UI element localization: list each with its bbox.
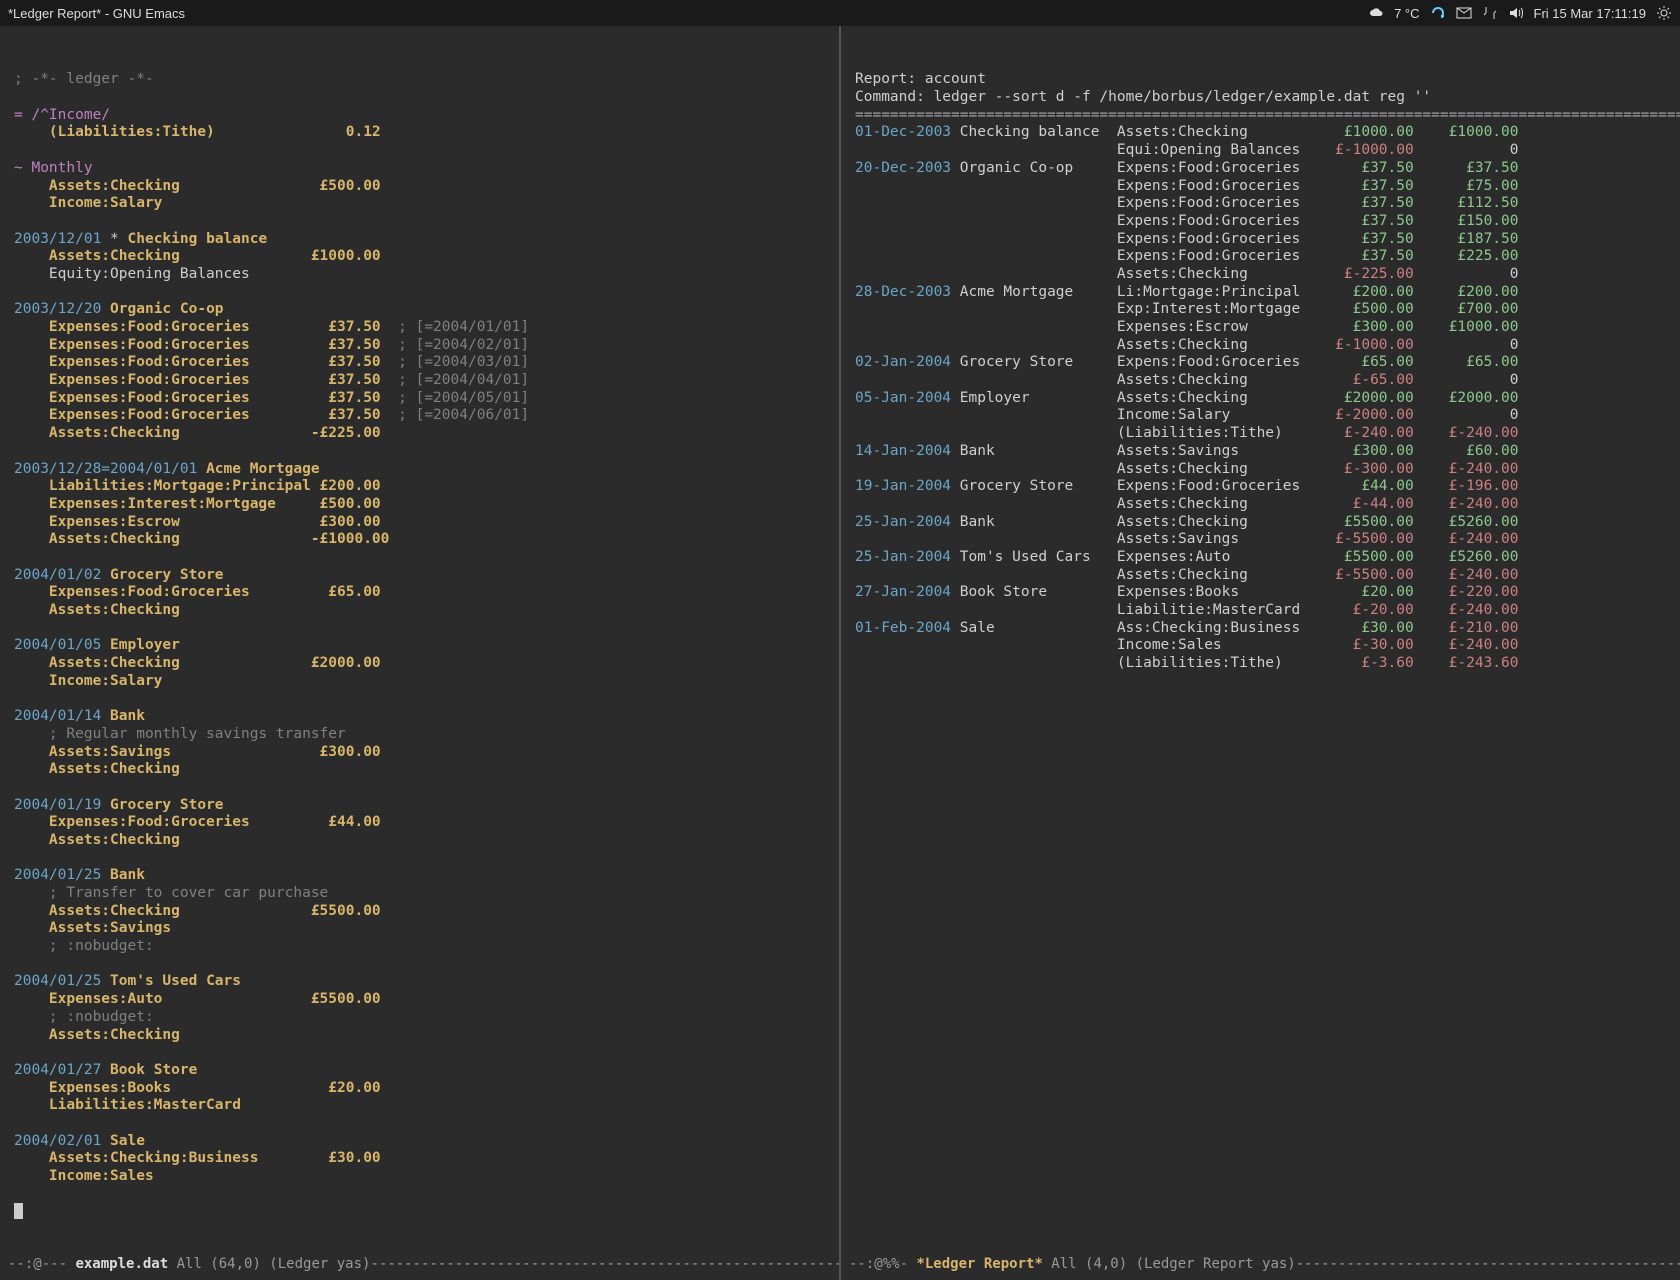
modeline-right-pre: --:@%%- bbox=[849, 1256, 916, 1272]
modeline-left-post: All (64,0) (Ledger yas) bbox=[168, 1256, 370, 1272]
modeline-right-buffer: *Ledger Report* bbox=[916, 1256, 1042, 1272]
window-title: *Ledger Report* - GNU Emacs bbox=[8, 6, 1368, 21]
ledger-source-text[interactable]: ; -*- ledger -*- = /^Income/ (Liabilitie… bbox=[14, 71, 825, 1221]
right-buffer[interactable]: Report: account Command: ledger --sort d… bbox=[841, 26, 1680, 1280]
weather-text: 7 °C bbox=[1394, 6, 1419, 21]
settings-icon[interactable] bbox=[1656, 5, 1672, 21]
mail-icon[interactable] bbox=[1456, 5, 1472, 21]
refresh-icon[interactable] bbox=[1430, 5, 1446, 21]
modeline-fill: ----------------------------------------… bbox=[370, 1256, 839, 1272]
window-titlebar: *Ledger Report* - GNU Emacs 7 °C Fri 15 … bbox=[0, 0, 1680, 26]
editor-area: ; -*- ledger -*- = /^Income/ (Liabilitie… bbox=[0, 26, 1680, 1280]
modeline-left-pre: --:@--- bbox=[8, 1256, 75, 1272]
modeline-fill: ----------------------------------------… bbox=[1296, 1256, 1680, 1272]
modeline-left-buffer: example.dat bbox=[75, 1256, 168, 1272]
text-cursor bbox=[14, 1203, 23, 1219]
network-icon[interactable] bbox=[1482, 5, 1498, 21]
weather-icon bbox=[1368, 5, 1384, 21]
ledger-report-text[interactable]: Report: account Command: ledger --sort d… bbox=[855, 71, 1666, 672]
modeline-right: --:@%%- *Ledger Report* All (4,0) (Ledge… bbox=[841, 1254, 1680, 1280]
left-buffer[interactable]: ; -*- ledger -*- = /^Income/ (Liabilitie… bbox=[0, 26, 839, 1280]
system-tray: 7 °C Fri 15 Mar 17:11:19 bbox=[1368, 5, 1672, 21]
modeline-right-post: All (4,0) (Ledger Report yas) bbox=[1043, 1256, 1296, 1272]
clock: Fri 15 Mar 17:11:19 bbox=[1534, 6, 1646, 21]
volume-icon[interactable] bbox=[1508, 5, 1524, 21]
modeline-left: --:@--- example.dat All (64,0) (Ledger y… bbox=[0, 1254, 839, 1280]
